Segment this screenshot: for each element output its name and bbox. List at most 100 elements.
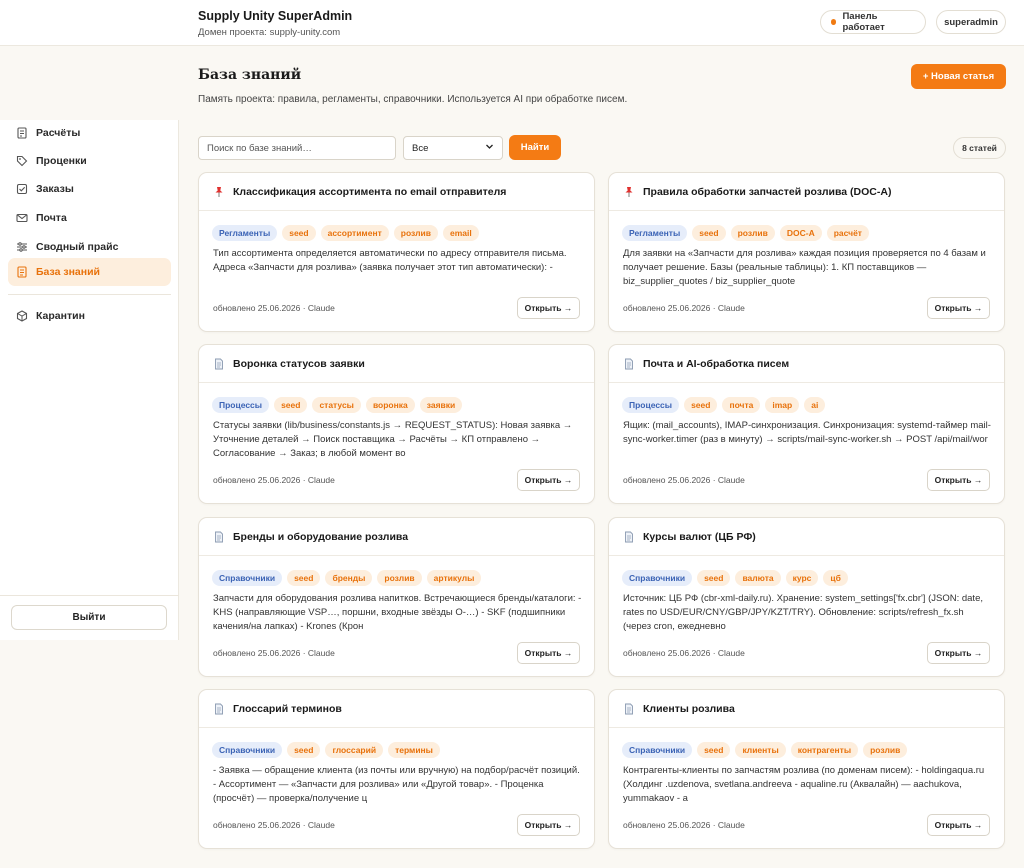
new-article-button[interactable]: + Новая статья	[911, 64, 1006, 89]
open-button[interactable]: Открыть →	[927, 469, 990, 491]
sidebar-item-calculations[interactable]: Расчёты	[8, 120, 171, 146]
open-button[interactable]: Открыть →	[517, 642, 580, 664]
tag-chip[interactable]: seed	[287, 570, 321, 586]
card-tags: Регламенты seed розлив DOC-A расчёт	[622, 225, 869, 241]
category-tag[interactable]: Справочники	[212, 742, 283, 758]
card-title[interactable]: Бренды и оборудование розлива	[233, 531, 408, 543]
category-tag[interactable]: Справочники	[212, 570, 283, 586]
tag-chip[interactable]: контрагенты	[790, 742, 859, 758]
article-card[interactable]: Курсы валют (ЦБ РФ) Справочники seed валют…	[608, 517, 1005, 677]
category-tag[interactable]: Справочники	[622, 570, 693, 586]
tag-chip[interactable]: расчёт	[826, 225, 869, 241]
card-excerpt: Статусы заявки (lib/business/constants.j…	[213, 420, 573, 459]
tag-chip[interactable]: розлив	[393, 225, 438, 241]
tag-chip[interactable]: заявки	[419, 397, 463, 413]
card-title[interactable]: Клиенты розлива	[643, 703, 735, 715]
sidebar-divider	[0, 595, 179, 596]
sidebar-item-pricing[interactable]: Проценки	[8, 148, 171, 174]
article-card[interactable]: Клиенты розлива Справочники seed клиенты ко…	[608, 689, 1005, 849]
tag-chip[interactable]: термины	[388, 742, 440, 758]
card-updated: обновлено 25.06.2026 · Claude	[213, 648, 335, 658]
sidebar-item-knowledge-base[interactable]: База знаний	[8, 258, 171, 286]
card-header: Курсы валют (ЦБ РФ)	[609, 518, 1004, 556]
card-title[interactable]: Правила обработки запчастей розлива (DOC…	[643, 186, 891, 198]
tag-chip[interactable]: валюта	[735, 570, 781, 586]
card-tags: Справочники seed клиенты контрагенты розлив	[622, 742, 908, 758]
card-excerpt: Ящик: (mail_accounts), IMAP-синхронизаци…	[623, 420, 991, 445]
tag-chip[interactable]: seed	[287, 742, 321, 758]
tag-chip[interactable]: артикулы	[426, 570, 482, 586]
open-button[interactable]: Открыть →	[927, 814, 990, 836]
card-updated: обновлено 25.06.2026 · Claude	[213, 475, 335, 485]
card-title[interactable]: Воронка статусов заявки	[233, 358, 365, 370]
tag-chip[interactable]: курс	[785, 570, 819, 586]
card-title[interactable]: Классификация ассортимента по email отпр…	[233, 186, 506, 198]
card-title[interactable]: Глоссарий терминов	[233, 703, 342, 715]
category-select-value: Все	[412, 142, 429, 154]
card-updated: обновлено 25.06.2026 · Claude	[623, 820, 745, 830]
tag-chip[interactable]: seed	[684, 397, 718, 413]
tag-chip[interactable]: DOC-A	[779, 225, 822, 241]
sidebar-item-mail[interactable]: Почта	[8, 205, 171, 231]
tag-chip[interactable]: почта	[722, 397, 761, 413]
article-card[interactable]: Правила обработки запчастей розлива (DOC…	[608, 172, 1005, 332]
tag-chip[interactable]: розлив	[863, 742, 908, 758]
open-button[interactable]: Открыть →	[517, 469, 580, 491]
tag-chip[interactable]: ассортимент	[320, 225, 389, 241]
category-tag[interactable]: Справочники	[622, 742, 693, 758]
tag-chip[interactable]: seed	[697, 742, 731, 758]
document-icon	[213, 358, 225, 370]
article-card[interactable]: Воронка статусов заявки Процессы seed стат…	[198, 344, 595, 504]
category-tag[interactable]: Регламенты	[212, 225, 278, 241]
article-card[interactable]: Почта и AI-обработка писем Процессы seed п…	[608, 344, 1005, 504]
open-button[interactable]: Открыть →	[927, 642, 990, 664]
tag-chip[interactable]: seed	[274, 397, 308, 413]
logout-button[interactable]: Выйти	[11, 605, 167, 630]
category-tag[interactable]: Процессы	[622, 397, 680, 413]
tag-chip[interactable]: клиенты	[735, 742, 786, 758]
sidebar-divider	[8, 294, 171, 295]
tag-chip[interactable]: seed	[697, 570, 731, 586]
tag-chip[interactable]: email	[443, 225, 479, 241]
user-badge[interactable]: superadmin	[936, 10, 1006, 34]
tag-chip[interactable]: цб	[823, 570, 848, 586]
tag-chip[interactable]: розлив	[730, 225, 775, 241]
category-tag[interactable]: Процессы	[212, 397, 270, 413]
sidebar-item-quarantine[interactable]: Карантин	[8, 303, 171, 329]
card-title[interactable]: Курсы валют (ЦБ РФ)	[643, 531, 756, 543]
document-icon	[623, 703, 635, 715]
card-header: Почта и AI-обработка писем	[609, 345, 1004, 383]
sidebar-item-summary-price[interactable]: Сводный прайс	[8, 234, 171, 260]
card-title[interactable]: Почта и AI-обработка писем	[643, 358, 789, 370]
tag-chip[interactable]: бренды	[325, 570, 373, 586]
open-button[interactable]: Открыть →	[517, 814, 580, 836]
tag-chip[interactable]: статусы	[312, 397, 361, 413]
page-title: База знаний	[198, 67, 302, 83]
open-button[interactable]: Открыть →	[927, 297, 990, 319]
open-button[interactable]: Открыть →	[517, 297, 580, 319]
find-button[interactable]: Найти	[509, 135, 561, 160]
page-description: Память проекта: правила, регламенты, спр…	[198, 94, 628, 105]
sidebar-item-label: Сводный прайс	[36, 241, 119, 253]
article-card[interactable]: Глоссарий терминов Справочники seed глосса…	[198, 689, 595, 849]
category-select[interactable]: Все	[403, 136, 503, 160]
card-updated: обновлено 25.06.2026 · Claude	[623, 475, 745, 485]
tag-chip[interactable]: seed	[692, 225, 726, 241]
card-updated: обновлено 25.06.2026 · Claude	[623, 648, 745, 658]
tag-chip[interactable]: глоссарий	[325, 742, 384, 758]
tag-chip[interactable]: ai	[804, 397, 826, 413]
tag-chip[interactable]: воронка	[365, 397, 415, 413]
status-label: Панель работает	[842, 11, 885, 33]
card-excerpt: Источник: ЦБ РФ (cbr-xml-daily.ru). Хран…	[623, 593, 983, 632]
category-tag[interactable]: Регламенты	[622, 225, 688, 241]
tag-chip[interactable]: seed	[282, 225, 316, 241]
search-input[interactable]	[198, 136, 396, 160]
article-card[interactable]: Классификация ассортимента по email отпр…	[198, 172, 595, 332]
tag-chip[interactable]: imap	[765, 397, 800, 413]
tag-chip[interactable]: розлив	[377, 570, 422, 586]
article-card[interactable]: Бренды и оборудование розлива Справочник…	[198, 517, 595, 677]
pin-icon	[213, 186, 225, 198]
card-updated: обновлено 25.06.2026 · Claude	[213, 820, 335, 830]
sidebar-item-orders[interactable]: Заказы	[8, 176, 171, 202]
mail-icon	[16, 212, 28, 224]
